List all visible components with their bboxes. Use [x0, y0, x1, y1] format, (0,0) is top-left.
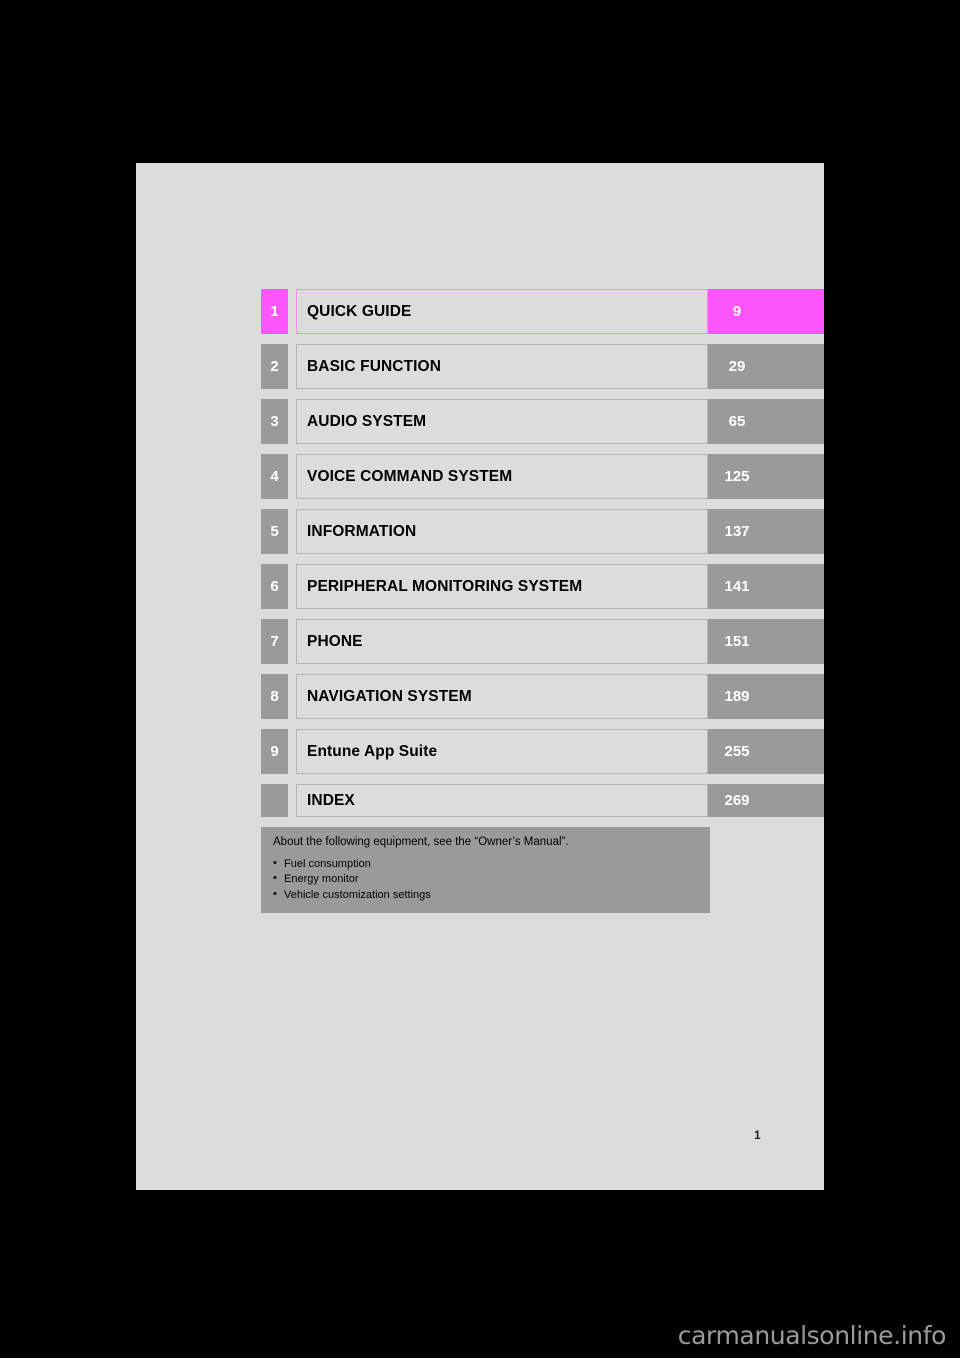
site-watermark: carmanualsonline.info — [677, 1321, 947, 1350]
list-item: Vehicle customization settings — [273, 887, 698, 904]
chapter-page-number: 137 — [708, 509, 824, 554]
chapter-number-badge: 4 — [261, 454, 288, 499]
toc-row[interactable]: 3 AUDIO SYSTEM 65 — [261, 399, 824, 444]
chapter-title: AUDIO SYSTEM — [296, 399, 708, 444]
toc-row[interactable]: 8 NAVIGATION SYSTEM 189 — [261, 674, 824, 719]
chapter-number-badge: 7 — [261, 619, 288, 664]
badge-gap — [288, 454, 296, 499]
chapter-page-number: 65 — [708, 399, 824, 444]
chapter-number-badge: 3 — [261, 399, 288, 444]
chapter-number-badge: 9 — [261, 729, 288, 774]
chapter-number-badge: 1 — [261, 289, 288, 334]
badge-gap — [288, 674, 296, 719]
chapter-page-number: 141 — [708, 564, 824, 609]
badge-gap — [288, 344, 296, 389]
list-item: Energy monitor — [273, 871, 698, 888]
badge-gap — [288, 729, 296, 774]
chapter-number-badge: 6 — [261, 564, 288, 609]
chapter-number-badge: 8 — [261, 674, 288, 719]
note-heading: About the following equipment, see the “… — [273, 836, 569, 848]
toc-row[interactable]: 5 INFORMATION 137 — [261, 509, 824, 554]
toc-row[interactable]: 7 PHONE 151 — [261, 619, 824, 664]
chapter-title: NAVIGATION SYSTEM — [296, 674, 708, 719]
badge-gap — [288, 509, 296, 554]
badge-gap — [288, 399, 296, 444]
chapter-title: Entune App Suite — [296, 729, 708, 774]
chapter-title: VOICE COMMAND SYSTEM — [296, 454, 708, 499]
table-of-contents: 1 QUICK GUIDE 9 2 BASIC FUNCTION 29 3 AU… — [261, 289, 824, 817]
toc-row[interactable]: 2 BASIC FUNCTION 29 — [261, 344, 824, 389]
chapter-number-badge: 2 — [261, 344, 288, 389]
toc-row[interactable]: 4 VOICE COMMAND SYSTEM 125 — [261, 454, 824, 499]
chapter-title: PHONE — [296, 619, 708, 664]
manual-page: 1 QUICK GUIDE 9 2 BASIC FUNCTION 29 3 AU… — [136, 163, 824, 1190]
chapter-title: BASIC FUNCTION — [296, 344, 708, 389]
chapter-page-number: 269 — [708, 784, 824, 817]
badge-gap — [288, 564, 296, 609]
chapter-page-number: 29 — [708, 344, 824, 389]
toc-row[interactable]: 6 PERIPHERAL MONITORING SYSTEM 141 — [261, 564, 824, 609]
chapter-page-number: 151 — [708, 619, 824, 664]
list-item: Fuel consumption — [273, 856, 698, 873]
chapter-number-badge — [261, 784, 288, 817]
chapter-page-number: 255 — [708, 729, 824, 774]
badge-gap — [288, 619, 296, 664]
toc-row[interactable]: INDEX 269 — [261, 784, 824, 817]
chapter-title: QUICK GUIDE — [296, 289, 708, 334]
chapter-title: INDEX — [296, 784, 708, 817]
chapter-title: PERIPHERAL MONITORING SYSTEM — [296, 564, 708, 609]
note-list: Fuel consumption Energy monitor Vehicle … — [273, 856, 698, 904]
toc-row[interactable]: 9 Entune App Suite 255 — [261, 729, 824, 774]
toc-row[interactable]: 1 QUICK GUIDE 9 — [261, 289, 824, 334]
badge-gap — [288, 289, 296, 334]
page-folio-number: 1 — [754, 1128, 761, 1142]
chapter-page-number: 125 — [708, 454, 824, 499]
chapter-page-number: 9 — [708, 289, 824, 334]
chapter-page-number: 189 — [708, 674, 824, 719]
chapter-number-badge: 5 — [261, 509, 288, 554]
badge-gap — [288, 784, 296, 817]
note-box: About the following equipment, see the “… — [261, 827, 710, 914]
chapter-title: INFORMATION — [296, 509, 708, 554]
